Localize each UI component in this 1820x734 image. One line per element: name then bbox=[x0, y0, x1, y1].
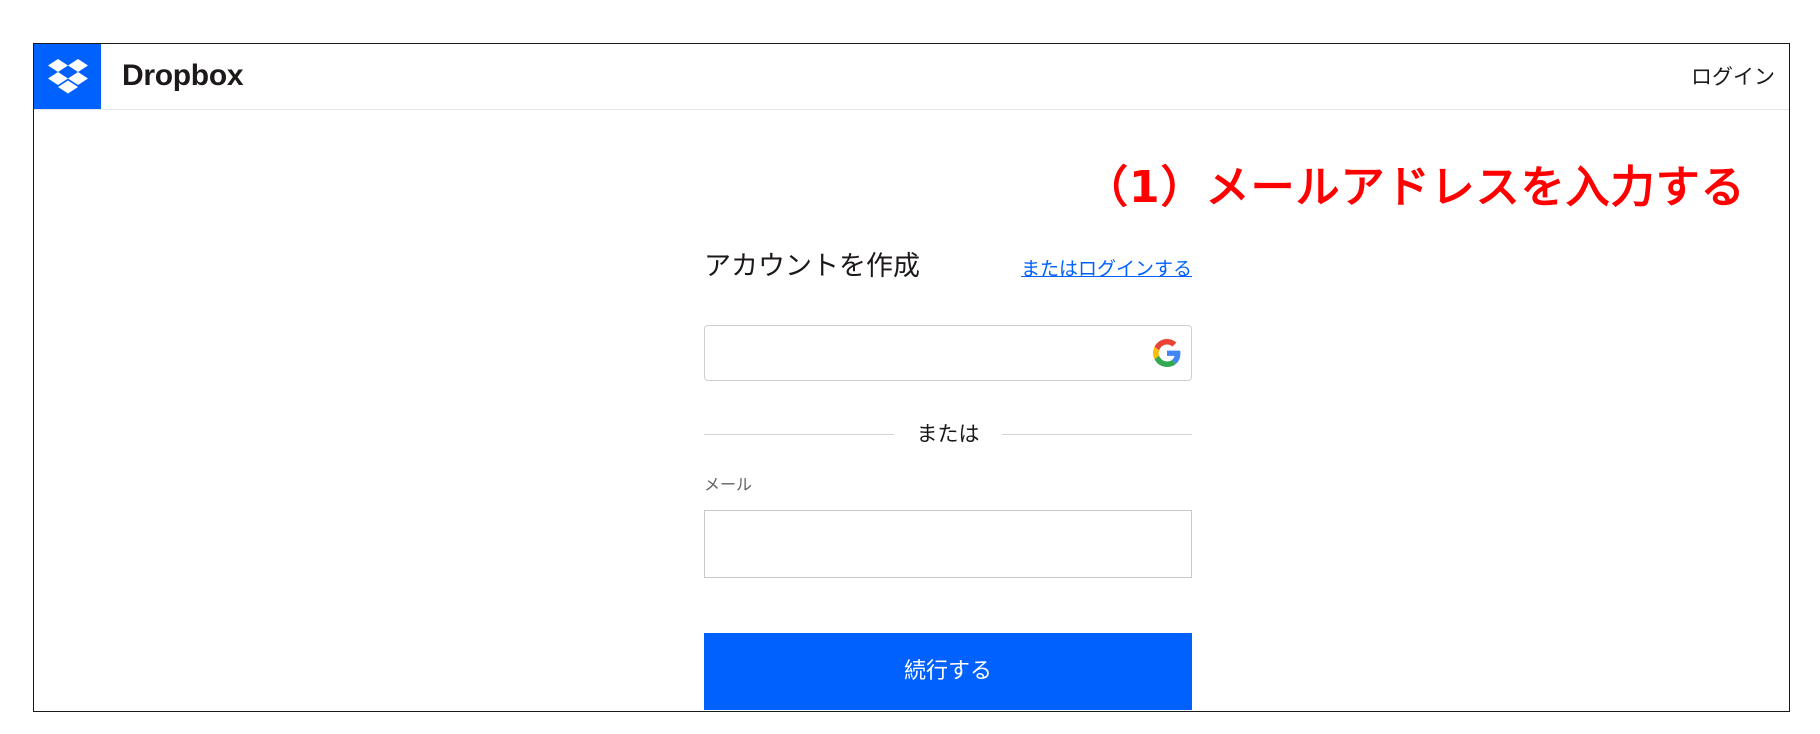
email-input[interactable] bbox=[704, 510, 1192, 578]
email-label: メール bbox=[704, 475, 753, 494]
google-signin-button[interactable] bbox=[704, 325, 1192, 381]
or-divider: または bbox=[704, 419, 1192, 449]
form-header: アカウントを作成 またはログインする bbox=[704, 244, 1192, 294]
brand-name[interactable]: Dropbox bbox=[122, 56, 244, 96]
form-title: アカウントを作成 bbox=[704, 251, 920, 282]
dropbox-logo-icon bbox=[47, 58, 88, 93]
continue-button[interactable]: 続行する bbox=[704, 633, 1192, 710]
dropbox-logo[interactable] bbox=[34, 44, 101, 109]
instruction-annotation: （1）メールアドレスを入力する bbox=[1084, 162, 1746, 213]
google-icon bbox=[1153, 339, 1181, 367]
divider-line-right bbox=[1002, 434, 1192, 435]
page-frame: Dropbox ログイン アカウントを作成 またはログインする または メール … bbox=[33, 43, 1790, 712]
login-instead-link[interactable]: またはログインする bbox=[1021, 256, 1192, 282]
signup-form: アカウントを作成 またはログインする または メール 続行する bbox=[704, 244, 1192, 710]
header-login-link[interactable]: ログイン bbox=[1691, 62, 1775, 92]
top-header: Dropbox ログイン bbox=[34, 44, 1789, 110]
